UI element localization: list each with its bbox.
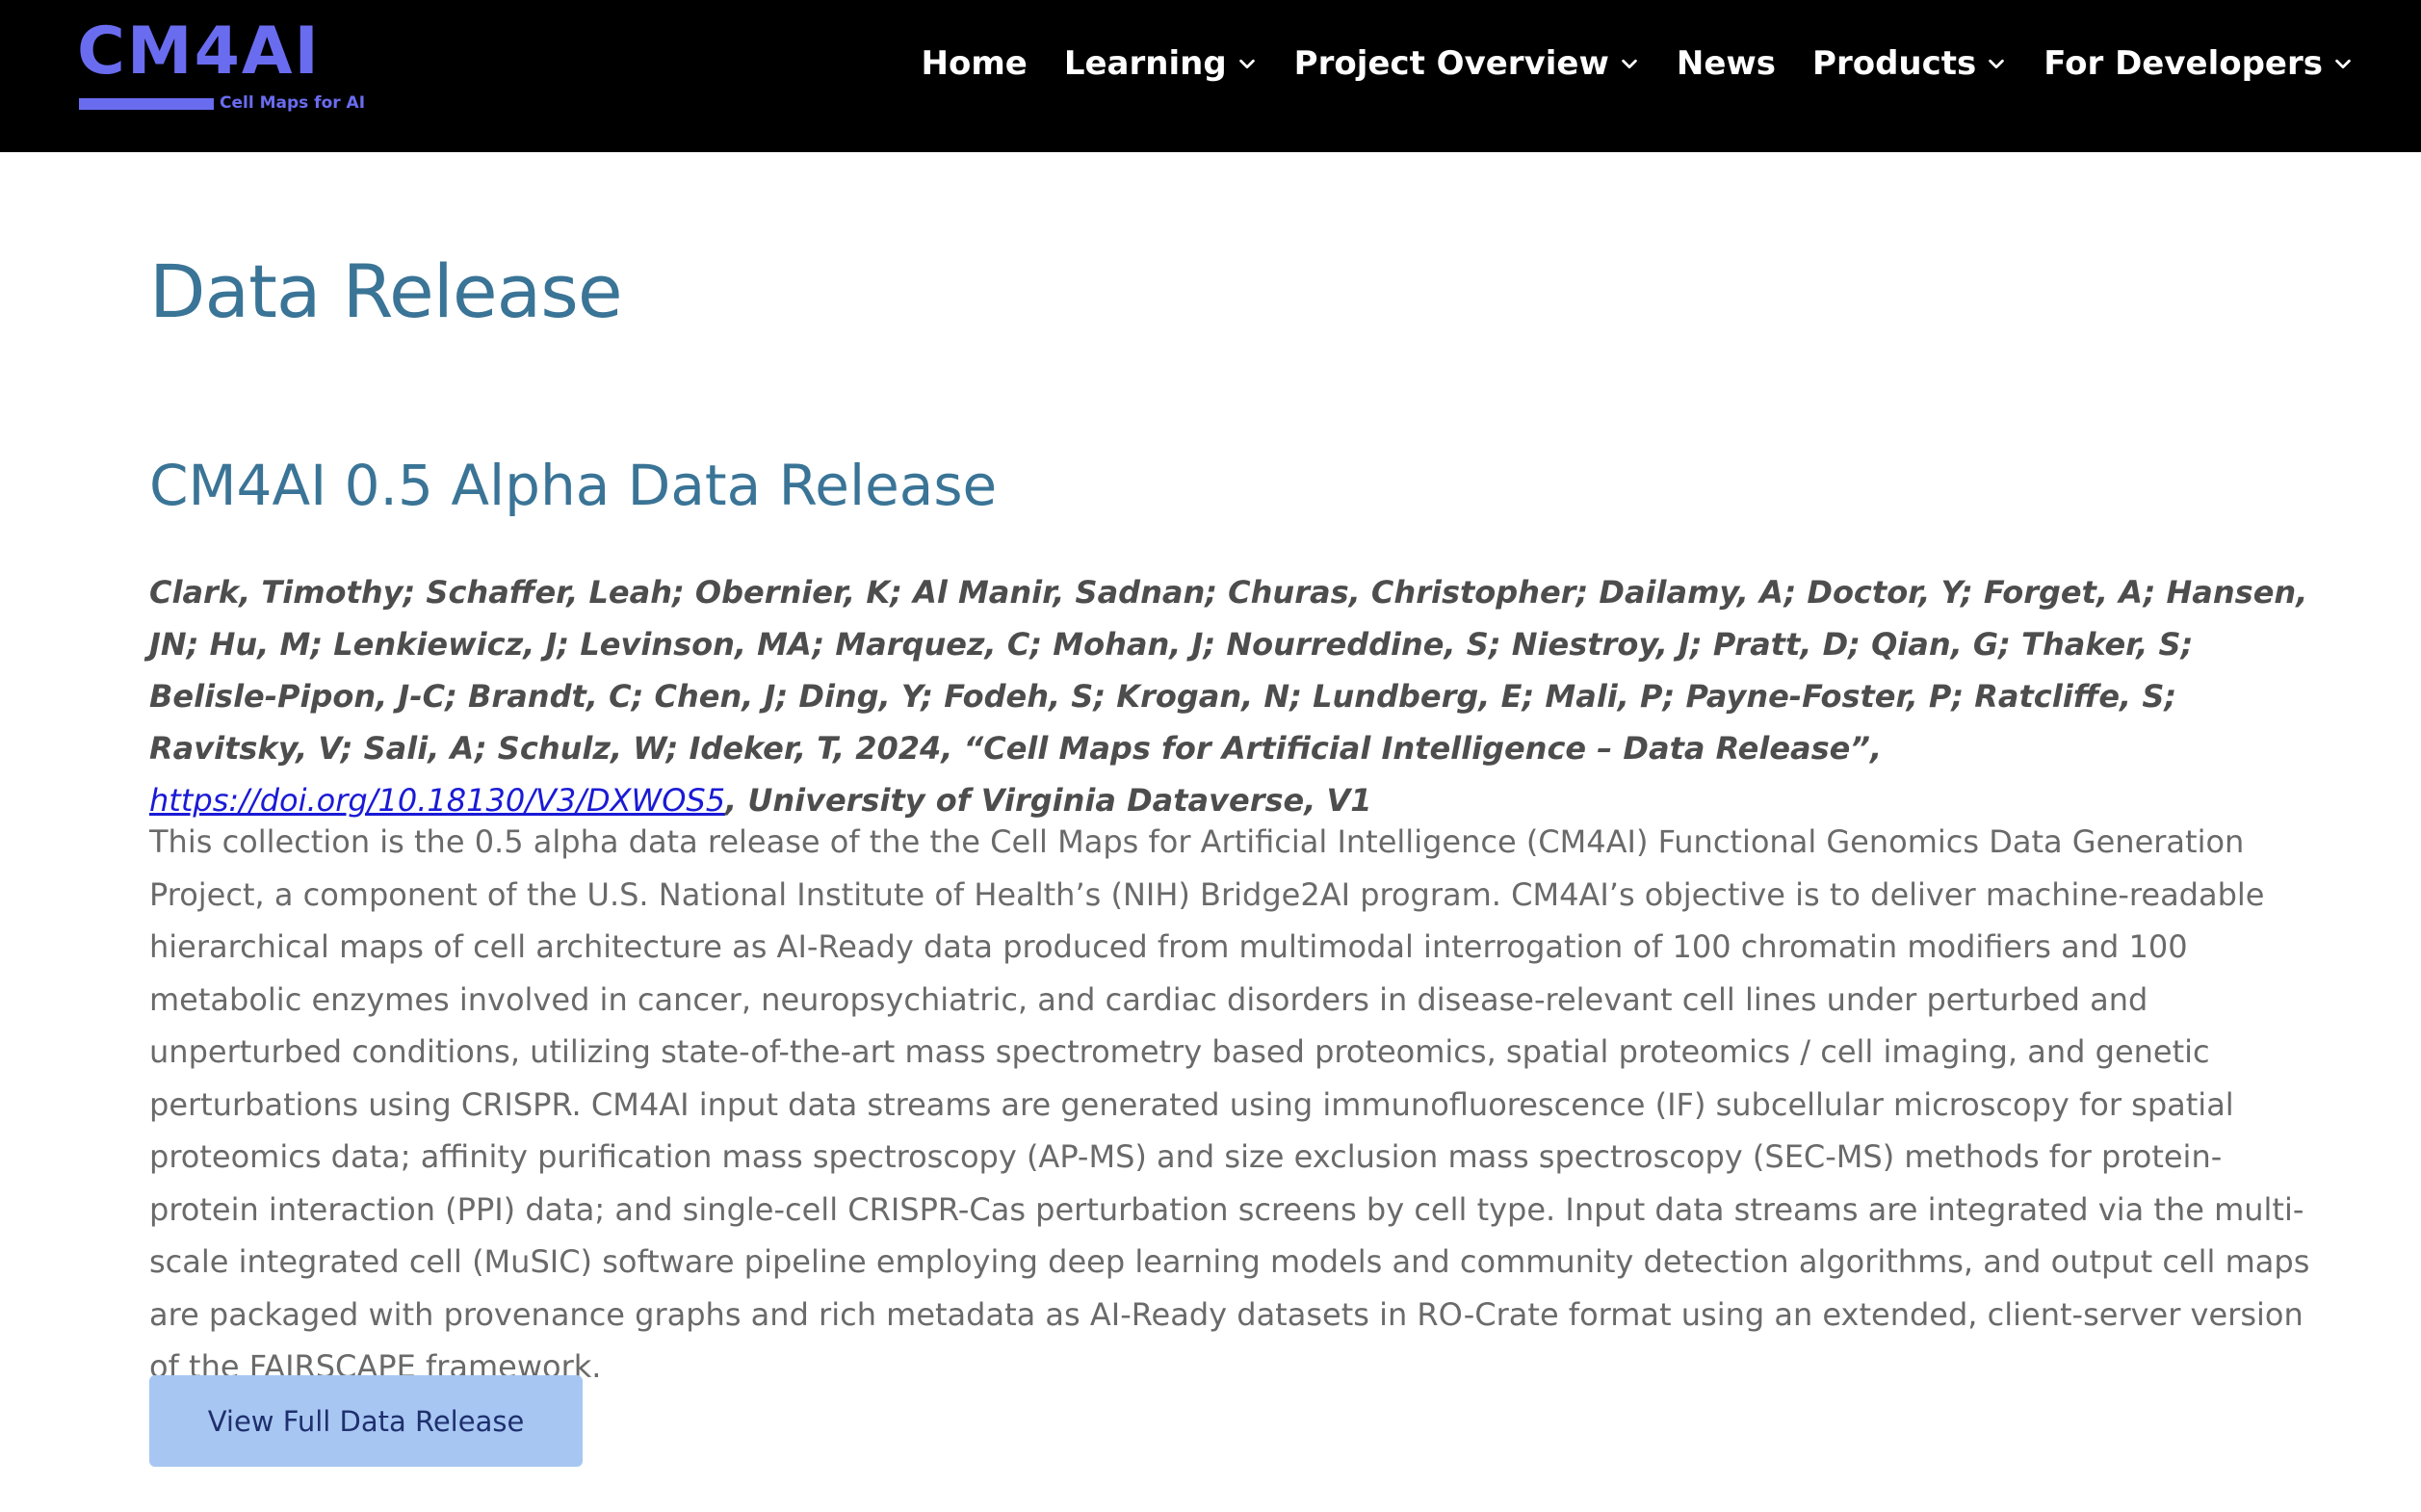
citation-suffix: , University of Virginia Dataverse, V1 — [725, 782, 1372, 819]
citation: Clark, Timothy; Schaffer, Leah; Obernier… — [149, 566, 2316, 826]
page-title: Data Release — [149, 248, 623, 334]
nav-home[interactable]: Home — [922, 44, 1028, 83]
nav-news-label: News — [1676, 44, 1777, 83]
site-header: CM4AI Cell Maps for AI Home Learning Pro… — [0, 0, 2421, 152]
nav-project-overview-label: Project Overview — [1293, 44, 1609, 83]
chevron-down-icon — [1619, 53, 1640, 74]
main-nav: Home Learning Project Overview News Prod… — [922, 37, 2354, 91]
logo-subtitle: Cell Maps for AI — [220, 93, 366, 113]
nav-learning-label: Learning — [1063, 44, 1227, 83]
logo-wordmark: CM4AI — [77, 13, 321, 90]
section-title: CM4AI 0.5 Alpha Data Release — [149, 453, 998, 518]
site-logo[interactable]: CM4AI Cell Maps for AI — [77, 19, 366, 125]
nav-for-developers-label: For Developers — [2044, 44, 2323, 83]
release-description: This collection is the 0.5 alpha data re… — [149, 823, 2310, 1385]
logo-underline-bar — [79, 98, 214, 110]
nav-news[interactable]: News — [1677, 44, 1776, 83]
nav-products-label: Products — [1812, 44, 1977, 83]
doi-link[interactable]: https://doi.org/10.18130/V3/DXWOS5 — [149, 782, 725, 819]
nav-for-developers[interactable]: For Developers — [2044, 44, 2354, 83]
chevron-down-icon — [2332, 53, 2354, 74]
nav-learning[interactable]: Learning — [1064, 44, 1258, 83]
nav-home-label: Home — [921, 44, 1028, 83]
view-full-data-release-button[interactable]: View Full Data Release — [149, 1375, 583, 1467]
nav-products[interactable]: Products — [1812, 44, 2007, 83]
nav-project-overview[interactable]: Project Overview — [1294, 44, 1640, 83]
chevron-down-icon — [1986, 53, 2007, 74]
citation-authors: Clark, Timothy; Schaffer, Leah; Obernier… — [149, 574, 2308, 767]
chevron-down-icon — [1237, 53, 1258, 74]
